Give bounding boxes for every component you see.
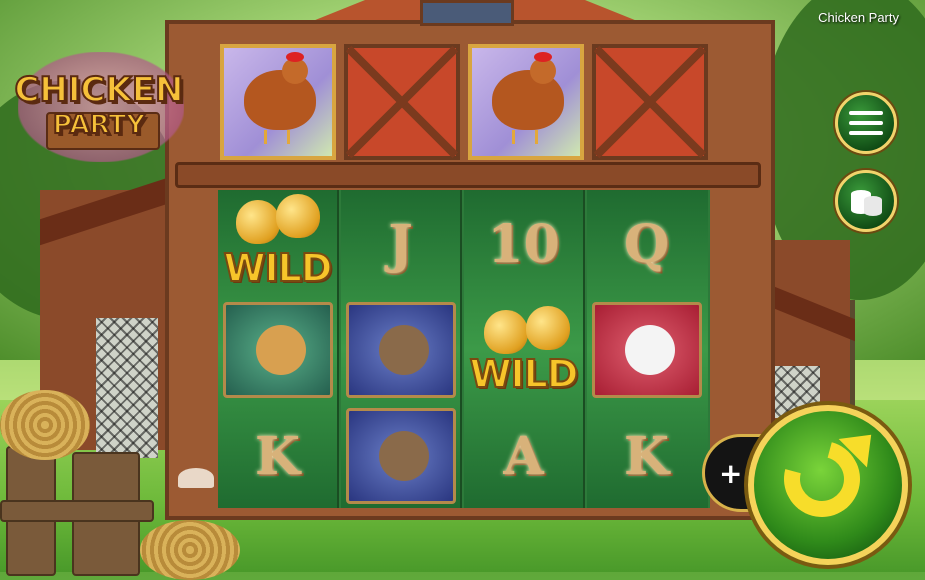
- symbol-letter-j: J: [341, 192, 460, 296]
- letter-k: K: [623, 425, 670, 487]
- menu-button[interactable]: [835, 92, 897, 154]
- mushroom: [178, 468, 214, 488]
- game-title: Chicken Party: [818, 10, 899, 25]
- buff-hen-card: [222, 302, 333, 398]
- top-symbol-barn-door-1: [344, 44, 460, 160]
- letter-a: A: [503, 425, 544, 487]
- symbol-wild: WILD: [218, 192, 337, 296]
- letter-ten: 10: [487, 213, 560, 275]
- coin-stack-icon: [851, 190, 882, 216]
- symbol-letter-a: A: [464, 404, 583, 508]
- reel-1: WILD K: [218, 190, 339, 508]
- top-symbol-barn-door-2: [592, 44, 708, 160]
- golden-egg-icon: [526, 306, 570, 350]
- white-rooster-card: [591, 302, 702, 398]
- letter-j: J: [388, 213, 413, 275]
- hen-legs: [512, 130, 538, 144]
- top-symbol-hen-2: [468, 44, 584, 160]
- symbol-letter-q: Q: [587, 192, 706, 296]
- symbol-letter-k: K: [587, 404, 706, 508]
- fence-rail: [0, 500, 154, 522]
- buff-hen-icon: [255, 325, 306, 375]
- rooster-card: [345, 302, 456, 398]
- logo-line-1: CHICKEN: [13, 69, 184, 111]
- letter-q: Q: [623, 213, 670, 275]
- golden-egg-icon: [236, 200, 280, 244]
- hen-comb: [286, 52, 304, 62]
- wooden-fence: [0, 440, 154, 576]
- letter-k: K: [254, 425, 301, 487]
- symbol-wild: WILD: [464, 298, 583, 402]
- golden-egg-icon: [276, 194, 320, 238]
- logo-line-2: PARTY: [52, 109, 146, 141]
- plus-icon: +: [719, 456, 743, 490]
- reel-4: Q K: [587, 190, 708, 508]
- bet-settings-button[interactable]: [835, 170, 897, 232]
- reel-3: 10 WILD A: [464, 190, 585, 508]
- spin-button[interactable]: [748, 405, 908, 565]
- hay-bale: [140, 520, 240, 580]
- symbol-rooster: [341, 404, 460, 508]
- wild-label: WILD: [223, 245, 334, 291]
- hen-legs: [264, 130, 290, 144]
- white-rooster-icon: [624, 325, 675, 375]
- symbol-buff-hen: [218, 298, 337, 402]
- wild-label: WILD: [469, 351, 580, 397]
- symbol-rooster: [341, 298, 460, 402]
- reel-2: J: [341, 190, 462, 508]
- rooster-icon: [378, 431, 429, 481]
- rooster-card: [345, 408, 456, 504]
- hen-comb: [534, 52, 552, 62]
- barn-window: [420, 0, 514, 26]
- barn-left-grate: [96, 318, 158, 458]
- hay-bale: [0, 390, 90, 460]
- symbol-letter-k: K: [218, 404, 337, 508]
- top-symbol-hen-1: [220, 44, 336, 160]
- rooster-icon: [378, 325, 429, 375]
- symbol-letter-10: 10: [464, 192, 583, 296]
- golden-egg-icon: [484, 310, 528, 354]
- symbol-white-rooster: [587, 298, 706, 402]
- game-logo: CHICKEN PARTY: [8, 46, 190, 168]
- reel-grid: WILD K J 10 WILD A Q K: [218, 190, 710, 508]
- wooden-beam: [175, 162, 761, 188]
- hamburger-menu-icon: [849, 111, 883, 135]
